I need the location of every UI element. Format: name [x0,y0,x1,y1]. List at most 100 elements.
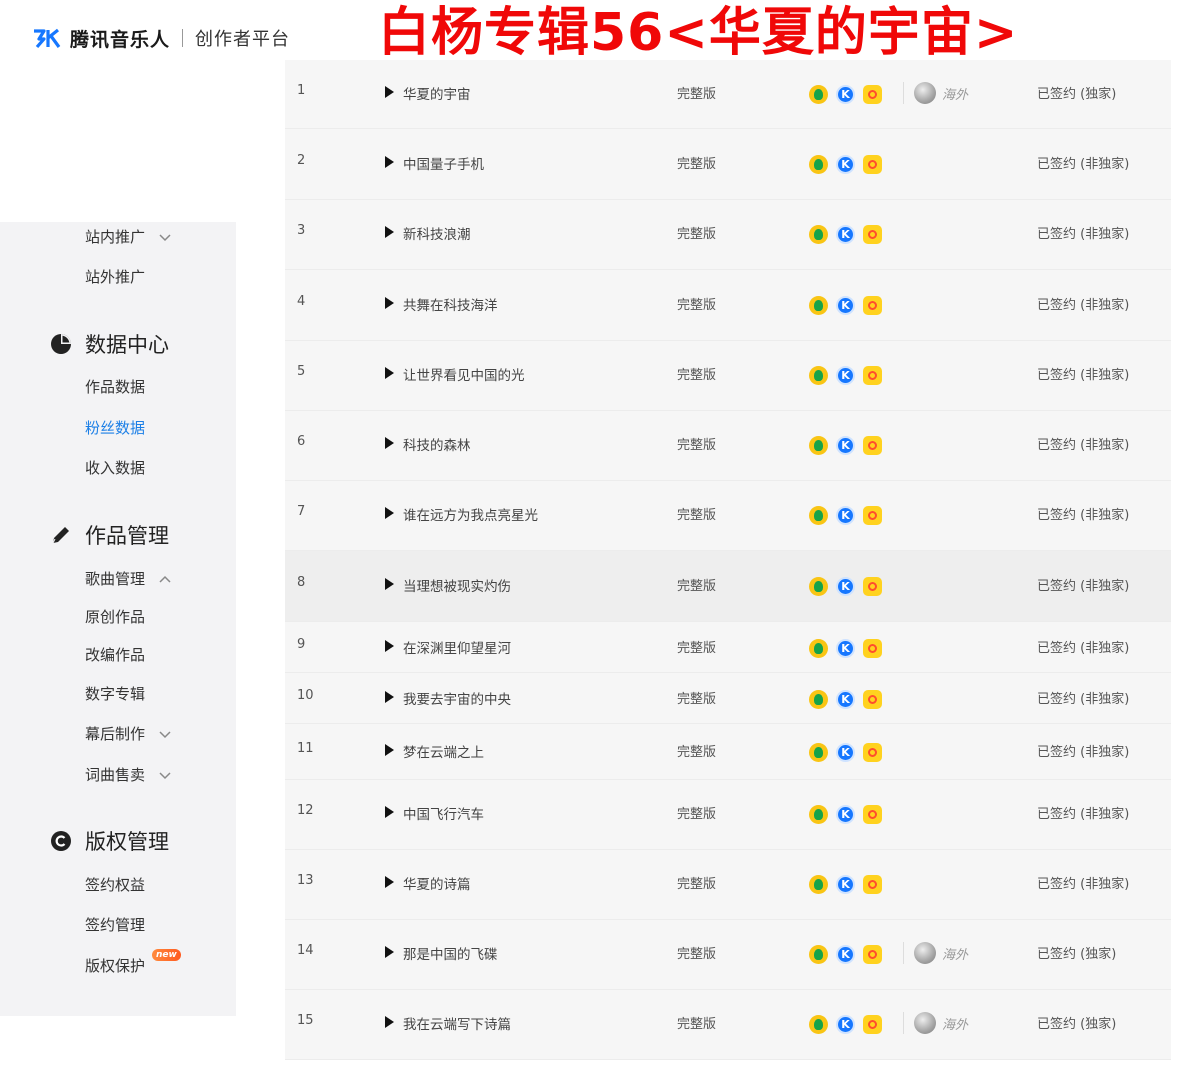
pencil-icon [52,527,69,544]
table-row[interactable]: 12 中国飞行汽车 完整版 已签约 (非独家) [285,780,1171,850]
sidebar-item[interactable]: 改编作品 [85,644,145,665]
sidebar-item-label: 站内推广 [85,228,146,246]
track-number: 1 [297,83,306,98]
song-title[interactable]: 在深渊里仰望星河 [403,637,511,657]
table-row[interactable]: 4 共舞在科技海洋 完整版 已签约 (非独家) [285,270,1171,341]
play-icon[interactable] [385,946,394,958]
sidebar-item[interactable]: 作品数据 [85,376,145,397]
play-icon[interactable] [385,86,394,98]
play-icon[interactable] [385,806,394,818]
song-title[interactable]: 让世界看见中国的光 [403,364,525,384]
table-row[interactable]: 9 在深渊里仰望星河 完整版 已签约 (非独家) [285,622,1171,673]
kugou-icon [836,639,855,658]
version-label: 完整版 [677,87,717,102]
track-number: 11 [297,741,314,756]
sidebar-item[interactable]: 站外推广 [85,266,145,287]
song-title[interactable]: 谁在远方为我点亮星光 [403,504,538,524]
kuwo-icon [863,690,882,709]
sidebar-section-header[interactable]: 版权管理 [50,826,169,856]
sidebar-item-label: 原创作品 [85,608,146,626]
qq-music-icon [809,155,828,174]
kuwo-icon [863,506,882,525]
table-row[interactable]: 13 华夏的诗篇 完整版 已签约 (非独家) [285,850,1171,920]
sidebar-item[interactable]: 版权保护 [85,955,145,976]
table-row[interactable]: 1 华夏的宇宙 完整版 海外 已签约 (独家) [285,60,1171,129]
platform-icons [809,155,882,174]
platform-icons [809,436,882,455]
platform-icons [809,639,882,658]
song-title[interactable]: 梦在云端之上 [403,741,484,761]
sidebar-item[interactable]: 签约权益 [85,874,145,895]
song-title[interactable]: 共舞在科技海洋 [403,294,498,314]
play-icon[interactable] [385,640,394,652]
kuwo-icon [863,945,882,964]
sidebar-item[interactable]: 收入数据 [85,457,145,478]
qq-music-icon [809,296,828,315]
song-title[interactable]: 我在云端写下诗篇 [403,1013,511,1033]
platform-icons [809,690,882,709]
sidebar-item-label: 歌曲管理 [85,570,146,588]
track-number: 6 [297,434,306,449]
play-icon[interactable] [385,297,394,309]
play-icon[interactable] [385,578,394,590]
song-title[interactable]: 新科技浪潮 [403,223,471,243]
sidebar-item-label: 签约管理 [85,916,146,934]
table-row[interactable]: 5 让世界看见中国的光 完整版 已签约 (非独家) [285,341,1171,411]
table-row[interactable]: 7 谁在远方为我点亮星光 完整版 已签约 (非独家) [285,481,1171,551]
sidebar-item[interactable]: 粉丝数据 [85,417,145,438]
table-row[interactable]: 10 我要去宇宙的中央 完整版 已签约 (非独家) [285,673,1171,724]
overseas-distribution: 海外 [903,82,968,104]
play-icon[interactable] [385,507,394,519]
sidebar-item[interactable]: 原创作品 [85,606,145,627]
song-title[interactable]: 当理想被现实灼伤 [403,575,511,595]
sidebar-item[interactable]: 签约管理 [85,914,145,935]
sidebar-item[interactable]: 歌曲管理 [85,568,173,589]
track-number: 13 [297,873,314,888]
play-icon[interactable] [385,156,394,168]
sidebar-item[interactable]: 词曲售卖 [85,764,173,785]
kugou-icon [836,805,855,824]
song-title[interactable]: 我要去宇宙的中央 [403,688,511,708]
table-row[interactable]: 6 科技的森林 完整版 已签约 (非独家) [285,411,1171,481]
table-row[interactable]: 15 我在云端写下诗篇 完整版 海外 已签约 (独家) [285,990,1171,1060]
sign-status: 已签约 (非独家) [1037,508,1130,523]
play-icon[interactable] [385,226,394,238]
song-title[interactable]: 中国飞行汽车 [403,803,484,823]
version-label: 完整版 [677,368,717,383]
platform-icons [809,366,882,385]
play-icon[interactable] [385,744,394,756]
table-row[interactable]: 8 当理想被现实灼伤 完整版 已签约 (非独家) [285,551,1171,622]
sidebar-item-label: 粉丝数据 [85,419,146,437]
song-title[interactable]: 华夏的宇宙 [403,83,471,103]
song-title[interactable]: 华夏的诗篇 [403,873,471,893]
table-row[interactable]: 3 新科技浪潮 完整版 已签约 (非独家) [285,200,1171,270]
sidebar-section-header[interactable]: 数据中心 [50,329,169,359]
play-icon[interactable] [385,691,394,703]
qq-music-icon [809,945,828,964]
play-icon[interactable] [385,1016,394,1028]
song-title[interactable]: 那是中国的飞碟 [403,943,498,963]
play-icon[interactable] [385,367,394,379]
table-row[interactable]: 14 那是中国的飞碟 完整版 海外 已签约 (独家) [285,920,1171,990]
sidebar-item[interactable]: 数字专辑 [85,683,145,704]
sidebar-item[interactable]: 幕后制作 [85,723,173,744]
table-row[interactable]: 2 中国量子手机 完整版 已签约 (非独家) [285,129,1171,200]
platform-logo[interactable]: 腾讯音乐人 创作者平台 [32,24,290,52]
sidebar-section-header[interactable]: 作品管理 [50,520,169,550]
song-title[interactable]: 中国量子手机 [403,153,484,173]
chevron-down-icon [159,233,171,241]
qq-music-icon [809,577,828,596]
play-icon[interactable] [385,876,394,888]
table-row[interactable]: 11 梦在云端之上 完整版 已签约 (非独家) [285,724,1171,780]
sidebar-section-title: 数据中心 [85,333,169,357]
play-icon[interactable] [385,437,394,449]
qq-music-icon [809,366,828,385]
album-title-overlay: 白杨专辑56<华夏的宇宙> [378,3,1019,63]
sidebar-section-title: 版权管理 [85,830,169,854]
qq-music-icon [809,1015,828,1034]
platform-icons [809,1015,882,1034]
qq-music-icon [809,639,828,658]
platform-icons [809,225,882,244]
song-title[interactable]: 科技的森林 [403,434,471,454]
sidebar-item[interactable]: 站内推广 [85,226,173,247]
